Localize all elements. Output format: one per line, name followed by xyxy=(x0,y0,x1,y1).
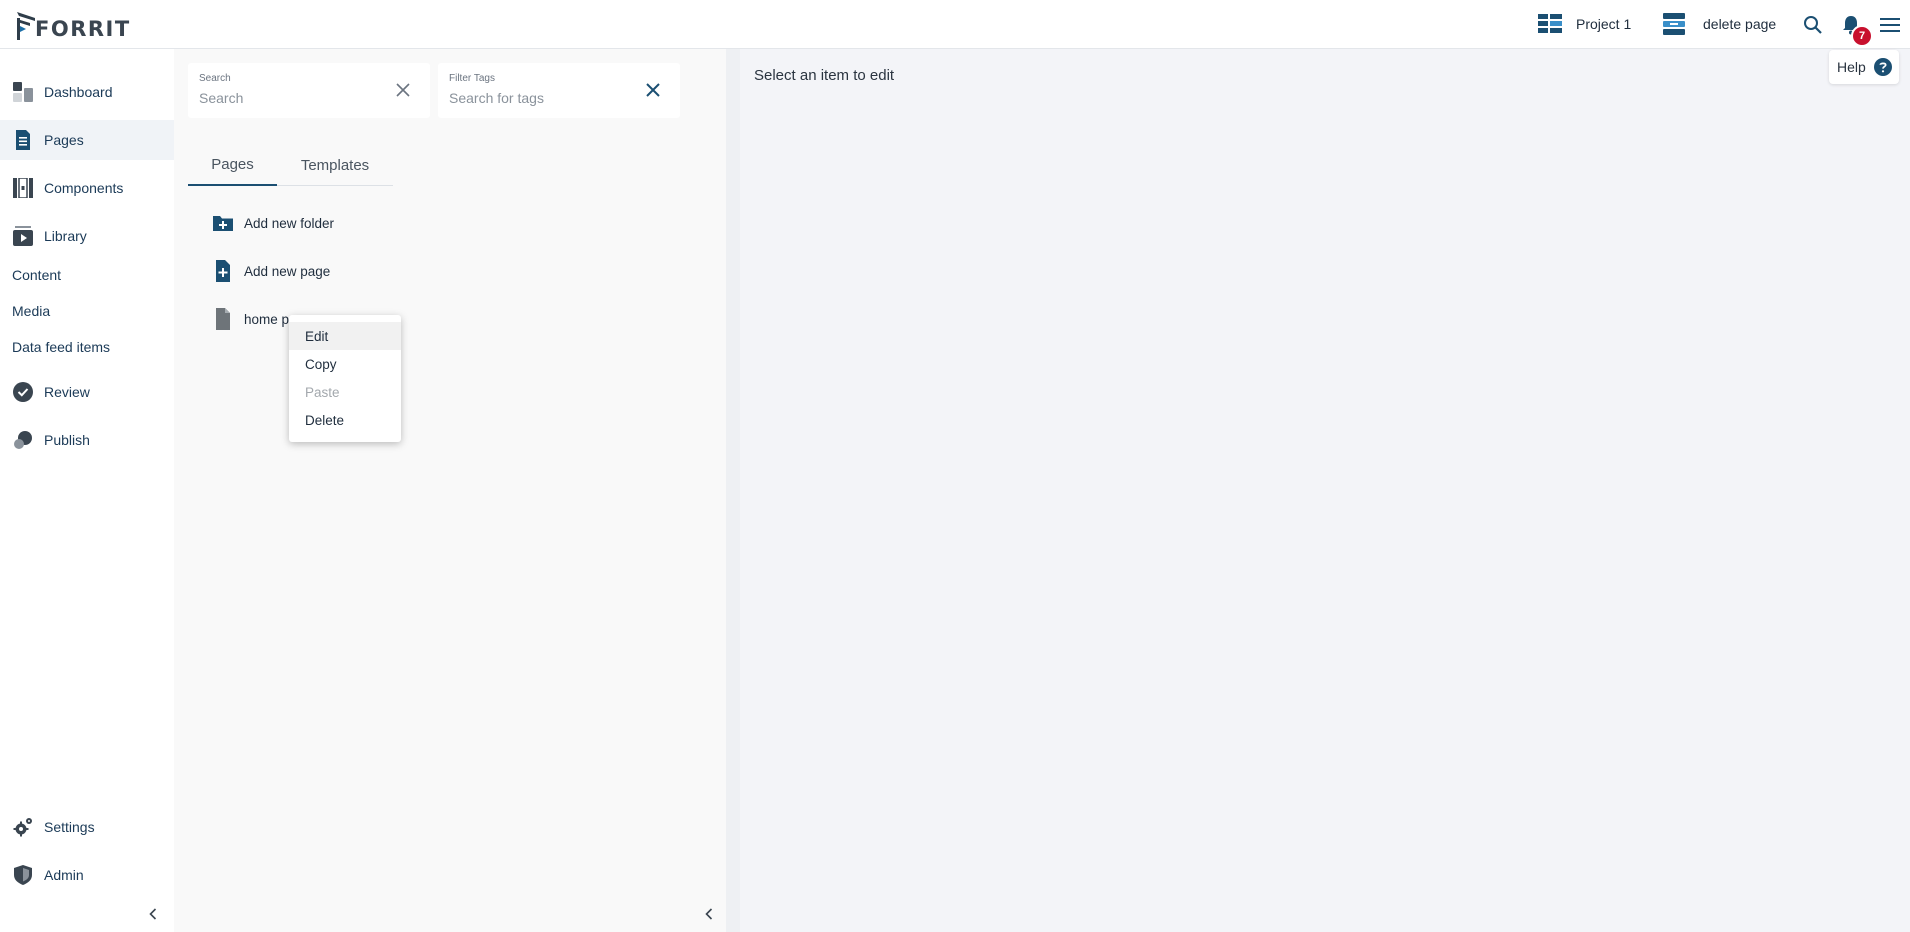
sidebar-item-label: Components xyxy=(44,180,124,196)
search-field-label: Search xyxy=(199,73,231,84)
filter-tags-label: Filter Tags xyxy=(449,73,495,84)
sidebar-item-label: Library xyxy=(44,228,87,244)
admin-shield-icon xyxy=(14,865,32,885)
context-menu: Edit Copy Paste Delete xyxy=(289,315,401,442)
forrit-logo[interactable]: FORRIT xyxy=(15,6,131,42)
sidebar-item-label: Review xyxy=(44,384,90,400)
project-label: Project 1 xyxy=(1576,16,1632,32)
gear-icon xyxy=(13,818,32,837)
search-button[interactable] xyxy=(1800,12,1826,38)
tab-templates[interactable]: Templates xyxy=(277,145,393,186)
sidebar-item-publish[interactable]: Publish xyxy=(0,420,174,460)
sidebar-item-label: Publish xyxy=(44,432,90,448)
add-new-page-button[interactable]: Add new page xyxy=(213,257,330,285)
filter-tags-input[interactable] xyxy=(449,90,629,106)
dashboard-icon xyxy=(13,82,33,102)
sidebar-item-review[interactable]: Review xyxy=(0,372,174,412)
project-selector[interactable]: Project 1 xyxy=(1538,12,1631,36)
collapse-sidebar-chevron-icon[interactable] xyxy=(143,904,163,924)
add-new-folder-button[interactable]: Add new folder xyxy=(213,209,334,237)
filter-tags-field: Filter Tags xyxy=(438,63,680,118)
sidebar-item-components[interactable]: Components xyxy=(0,168,174,208)
page-file-icon xyxy=(216,308,230,330)
sidebar-item-label: Dashboard xyxy=(44,84,113,100)
editor-area: Select an item to edit xyxy=(740,49,1910,932)
tab-pages[interactable]: Pages xyxy=(188,145,277,186)
add-page-icon xyxy=(216,260,230,282)
logo-mark-icon xyxy=(17,12,35,40)
sidebar-item-settings[interactable]: Settings xyxy=(0,807,174,847)
sidebar-item-label: Admin xyxy=(44,867,84,883)
add-folder-icon xyxy=(213,216,233,231)
notification-badge: 7 xyxy=(1851,25,1873,47)
editor-empty-message: Select an item to edit xyxy=(754,67,895,84)
sidebar-item-library[interactable]: Library xyxy=(0,216,174,256)
panel-resize-divider[interactable] xyxy=(726,49,740,932)
clear-tags-close-icon[interactable] xyxy=(644,81,662,99)
project-grid-icon xyxy=(1538,14,1562,33)
sidebar: Dashboard Pages Components Library Conte… xyxy=(0,49,174,932)
collapse-list-chevron-icon[interactable] xyxy=(699,904,719,924)
publish-icon xyxy=(14,431,32,449)
context-menu-copy[interactable]: Copy xyxy=(289,350,401,378)
library-sub-media[interactable]: Media xyxy=(12,303,50,319)
main-menu-button[interactable] xyxy=(1877,12,1903,38)
library-sub-content[interactable]: Content xyxy=(12,267,61,283)
sidebar-item-pages[interactable]: Pages xyxy=(0,120,174,160)
search-field: Search xyxy=(188,63,430,118)
library-sub-data-feed-items[interactable]: Data feed items xyxy=(12,339,110,355)
hamburger-menu-icon xyxy=(1880,18,1900,32)
logo-wordmark: FORRIT xyxy=(35,17,131,41)
sidebar-item-admin[interactable]: Admin xyxy=(0,855,174,895)
review-shield-icon xyxy=(13,382,33,402)
search-input[interactable] xyxy=(199,90,379,106)
pages-icon xyxy=(16,130,30,150)
help-label: Help xyxy=(1837,59,1866,75)
page-label: delete page xyxy=(1703,16,1777,32)
pages-tabs: Pages Templates xyxy=(188,145,393,186)
help-question-icon xyxy=(1873,58,1892,76)
sidebar-item-label: Settings xyxy=(44,819,95,835)
help-button[interactable]: Help xyxy=(1829,50,1899,84)
sidebar-item-dashboard[interactable]: Dashboard xyxy=(0,72,174,112)
sidebar-item-label: Pages xyxy=(44,132,84,148)
context-menu-delete[interactable]: Delete xyxy=(289,406,401,434)
top-bar: FORRIT Project 1 delete page 7 xyxy=(0,0,1910,49)
components-icon xyxy=(13,178,33,198)
library-icon xyxy=(13,226,33,246)
page-stack-icon xyxy=(1663,13,1685,35)
context-menu-edit[interactable]: Edit xyxy=(289,322,401,350)
add-new-folder-label: Add new folder xyxy=(244,215,335,231)
add-new-page-label: Add new page xyxy=(244,263,331,279)
search-icon xyxy=(1804,16,1822,34)
page-selector[interactable]: delete page xyxy=(1663,12,1776,36)
tree-item-page[interactable]: home pa xyxy=(213,305,297,333)
clear-search-close-icon[interactable] xyxy=(394,81,412,99)
context-menu-paste: Paste xyxy=(305,384,340,400)
